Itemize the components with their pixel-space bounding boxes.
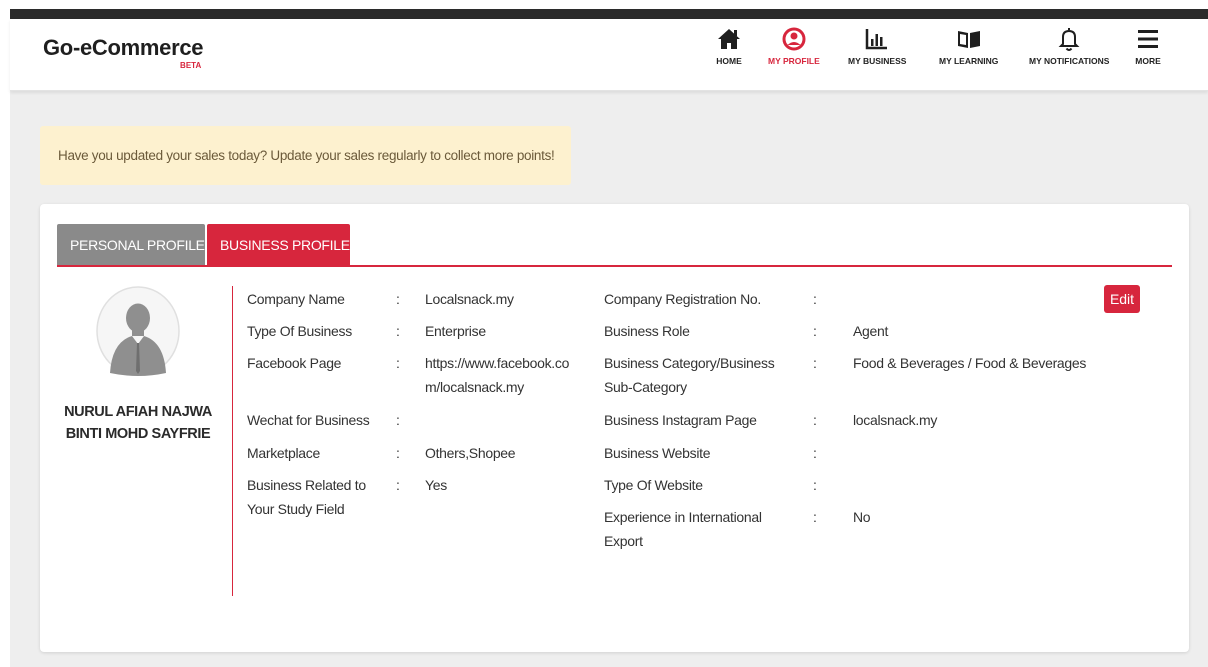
facebook-page-link[interactable]: https://www.facebook.co xyxy=(425,352,569,374)
profile-name-line1: NURUL AFIAH NAJWA xyxy=(64,404,212,420)
beta-badge: BETA xyxy=(180,61,202,70)
colon: : xyxy=(813,412,817,428)
field-label: Business Website xyxy=(604,445,711,461)
logo[interactable]: Go-eCommerce BETA xyxy=(43,35,204,70)
field-label: Type Of Website xyxy=(604,477,703,493)
colon: : xyxy=(813,291,817,307)
avatar xyxy=(96,286,180,376)
field-value: localsnack.my xyxy=(853,412,938,428)
menu-icon xyxy=(1138,30,1158,48)
profile-name: NURUL AFIAH NAJWA BINTI MOHD SAYFRIE xyxy=(61,401,215,445)
field-value: Yes xyxy=(425,477,447,493)
bar-chart-icon xyxy=(865,29,888,50)
field-value: No xyxy=(853,509,871,525)
field-label: Business Instagram Page xyxy=(604,412,757,428)
field-label: Experience in International xyxy=(604,509,762,525)
field-value: Others,Shopee xyxy=(425,445,516,461)
tab-underline xyxy=(57,265,1172,267)
bell-icon xyxy=(1058,28,1080,51)
nav-my-learning[interactable]: MY LEARNING xyxy=(939,25,998,81)
colon: : xyxy=(813,509,817,525)
colon: : xyxy=(813,323,817,339)
nav-my-notifications[interactable]: MY NOTIFICATIONS xyxy=(1029,25,1109,81)
colon: : xyxy=(813,477,817,493)
colon: : xyxy=(396,323,400,339)
field-label: Business Category/Business xyxy=(604,355,775,371)
colon: : xyxy=(813,355,817,371)
facebook-page-link[interactable]: m/localsnack.my xyxy=(425,376,524,398)
sales-reminder-notice: Have you updated your sales today? Updat… xyxy=(40,126,571,185)
field-value: Agent xyxy=(853,323,889,339)
nav-more-label: MORE xyxy=(1135,56,1161,66)
colon: : xyxy=(813,445,817,461)
profile-card: PERSONAL PROFILE BUSINESS PROFILE NURUL … xyxy=(40,204,1189,652)
colon: : xyxy=(396,291,400,307)
tab-personal-profile[interactable]: PERSONAL PROFILE xyxy=(57,224,205,266)
logo-text: Go-eCommerce xyxy=(43,35,204,60)
field-label: Marketplace xyxy=(247,445,320,461)
colon: : xyxy=(396,412,400,428)
field-label: Your Study Field xyxy=(247,501,345,517)
field-value: Localsnack.my xyxy=(425,291,514,307)
field-label: Export xyxy=(604,533,643,549)
nav-more[interactable]: MORE xyxy=(1134,25,1162,81)
field-label: Business Related to xyxy=(247,477,366,493)
colon: : xyxy=(396,355,400,371)
home-icon xyxy=(718,29,740,49)
edit-button[interactable]: Edit xyxy=(1104,285,1140,313)
nav-my-notifications-label: MY NOTIFICATIONS xyxy=(1029,56,1110,66)
book-icon xyxy=(957,31,980,48)
field-value: Food & Beverages / Food & Beverages xyxy=(853,355,1087,371)
nav-my-business-label: MY BUSINESS xyxy=(848,56,907,66)
field-label: Company Name xyxy=(247,291,345,307)
details-divider xyxy=(232,286,233,596)
top-dark-bar xyxy=(10,9,1208,19)
nav-my-profile[interactable]: MY PROFILE xyxy=(768,25,820,81)
tab-business-profile[interactable]: BUSINESS PROFILE xyxy=(207,224,350,266)
colon: : xyxy=(396,477,400,493)
field-value: Enterprise xyxy=(425,323,486,339)
field-label: Type Of Business xyxy=(247,323,352,339)
field-label: Facebook Page xyxy=(247,355,342,371)
colon: : xyxy=(396,445,400,461)
nav-home[interactable]: HOME xyxy=(715,25,743,81)
field-label: Business Role xyxy=(604,323,690,339)
field-label: Wechat for Business xyxy=(247,412,370,428)
field-label: Company Registration No. xyxy=(604,291,761,307)
nav-my-learning-label: MY LEARNING xyxy=(939,56,999,66)
nav-my-business[interactable]: MY BUSINESS xyxy=(848,25,906,81)
profile-name-line2: BINTI MOHD SAYFRIE xyxy=(65,426,211,442)
nav-home-label: HOME xyxy=(716,56,742,66)
header: Go-eCommerce BETA HOME MY PROFILE MY BUS… xyxy=(10,19,1208,91)
field-label: Sub-Category xyxy=(604,379,687,395)
nav-my-profile-label: MY PROFILE xyxy=(768,56,820,66)
user-icon xyxy=(782,27,806,51)
